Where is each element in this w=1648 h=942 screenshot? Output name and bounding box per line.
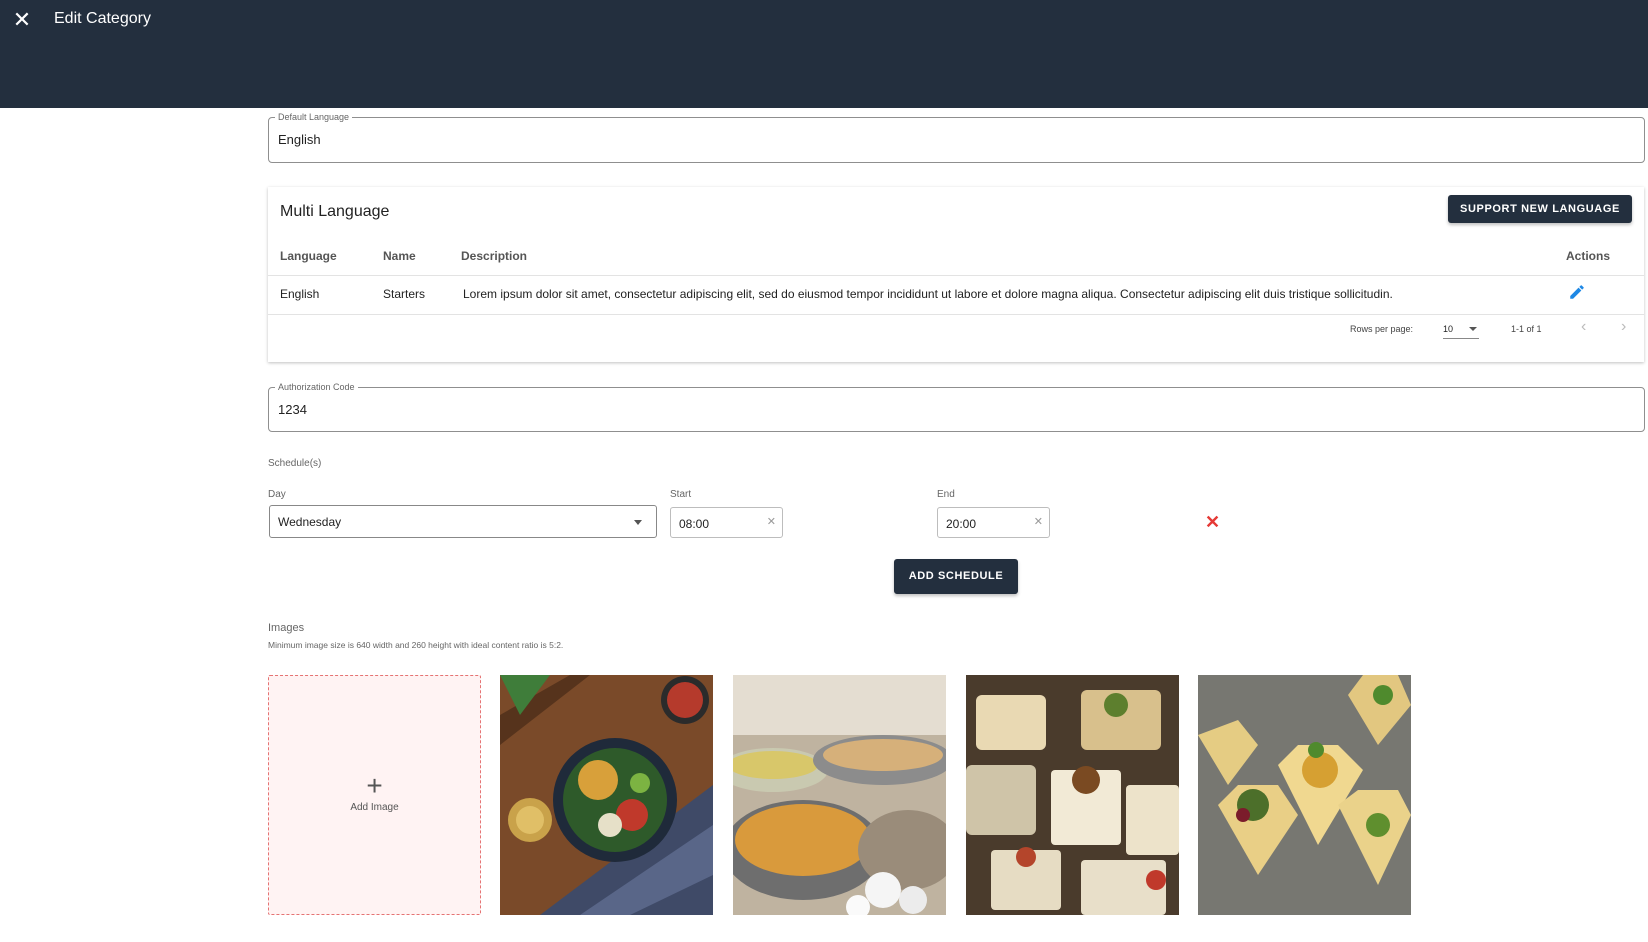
image-thumbnail-4[interactable] xyxy=(1198,675,1411,915)
chevron-down-icon xyxy=(634,520,642,525)
pagination-range: 1-1 of 1 xyxy=(1511,324,1542,334)
row-description: Lorem ipsum dolor sit amet, consectetur … xyxy=(463,287,1393,301)
images-label: Images xyxy=(268,622,305,634)
photo-pastry-cups xyxy=(1198,675,1411,915)
multi-language-title: Multi Language xyxy=(280,203,390,220)
remove-schedule-icon[interactable]: ✕ xyxy=(1205,512,1220,533)
photo-canapes xyxy=(966,675,1179,915)
end-time-input[interactable]: 20:00 ✕ xyxy=(937,507,1050,538)
app-header: ✕ Edit Category xyxy=(0,0,1648,108)
table-divider xyxy=(268,275,1644,276)
images-hint: Minimum image size is 640 width and 260 … xyxy=(268,640,564,650)
default-language-legend: Default Language xyxy=(275,111,353,123)
close-icon[interactable]: ✕ xyxy=(10,8,34,32)
rows-per-page-select[interactable]: 10 xyxy=(1443,324,1479,339)
schedules-label: Schedule(s) xyxy=(268,458,322,469)
day-select-value: Wednesday xyxy=(278,515,342,529)
chevron-down-icon xyxy=(1469,327,1477,331)
end-label: End xyxy=(937,489,955,500)
column-header-actions: Actions xyxy=(1566,249,1611,263)
plus-icon: + xyxy=(366,770,383,801)
default-language-field[interactable]: Default Language English xyxy=(268,111,1645,163)
column-header-description[interactable]: Description xyxy=(461,249,527,263)
clear-icon[interactable]: ✕ xyxy=(767,515,776,528)
end-time-value: 20:00 xyxy=(946,517,977,531)
image-thumbnail-2[interactable] xyxy=(733,675,946,915)
day-label: Day xyxy=(268,489,286,500)
start-label: Start xyxy=(670,489,692,500)
add-image-label: Add Image xyxy=(350,802,399,813)
column-header-name[interactable]: Name xyxy=(383,249,416,263)
chevron-left-icon[interactable]: ‹ xyxy=(1581,318,1586,336)
start-time-input[interactable]: 08:00 ✕ xyxy=(670,507,783,538)
table-divider xyxy=(268,314,1644,315)
photo-salad-bowl xyxy=(500,675,713,915)
add-image-button[interactable]: + Add Image xyxy=(268,675,481,915)
page-title: Edit Category xyxy=(54,10,151,27)
row-name: Starters xyxy=(383,287,426,301)
authorization-code-value: 1234 xyxy=(278,402,307,417)
multi-language-card: Multi Language SUPPORT NEW LANGUAGE Lang… xyxy=(268,187,1644,362)
column-header-language[interactable]: Language xyxy=(280,249,337,263)
photo-buffet-trays xyxy=(733,675,946,915)
image-thumbnail-3[interactable] xyxy=(966,675,1179,915)
authorization-code-legend: Authorization Code xyxy=(275,381,358,393)
rows-per-page-value: 10 xyxy=(1443,324,1454,334)
authorization-code-field[interactable]: Authorization Code 1234 xyxy=(268,381,1645,432)
chevron-right-icon[interactable]: › xyxy=(1621,318,1626,336)
default-language-value: English xyxy=(278,132,321,147)
row-language: English xyxy=(280,287,320,301)
day-select[interactable]: Wednesday xyxy=(269,505,657,538)
image-thumbnail-1[interactable] xyxy=(500,675,713,915)
rows-per-page-label: Rows per page: xyxy=(1350,324,1414,334)
clear-icon[interactable]: ✕ xyxy=(1034,515,1043,528)
support-new-language-button[interactable]: SUPPORT NEW LANGUAGE xyxy=(1448,195,1632,223)
add-schedule-button[interactable]: ADD SCHEDULE xyxy=(894,559,1018,594)
start-time-value: 08:00 xyxy=(679,517,710,531)
pencil-icon[interactable] xyxy=(1568,283,1586,301)
